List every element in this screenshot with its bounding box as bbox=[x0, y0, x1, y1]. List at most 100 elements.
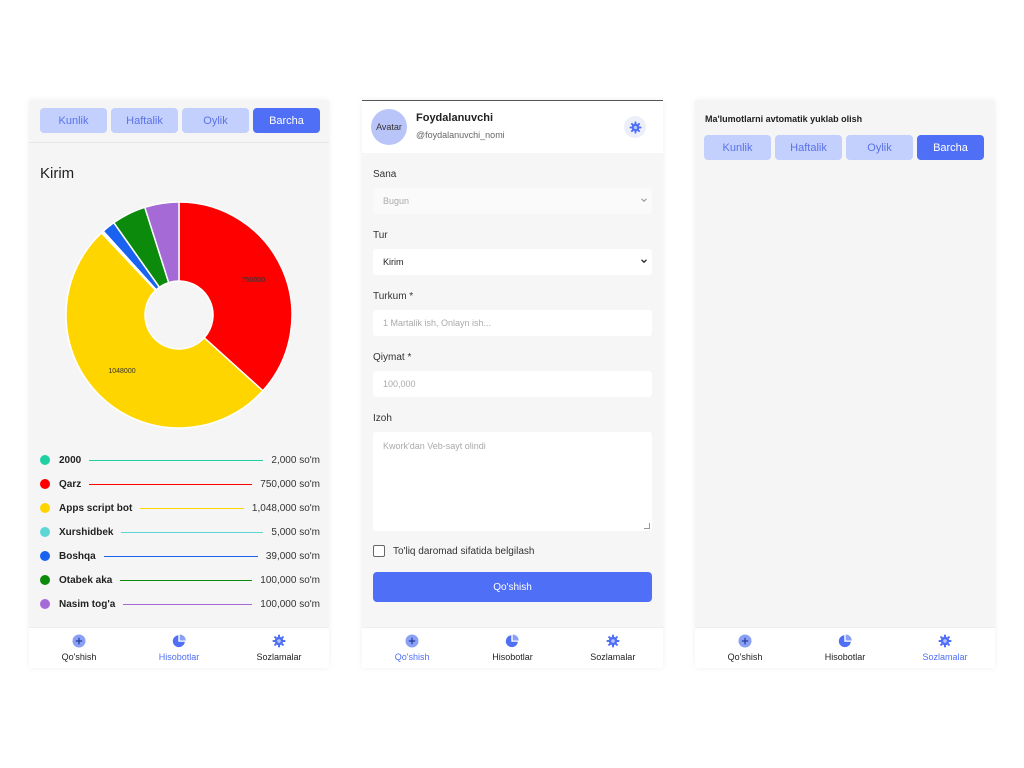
auto-download-title: Ma'lumotlarni avtomatik yuklab olish bbox=[705, 114, 863, 124]
nav-add[interactable]: Qo'shish bbox=[362, 628, 462, 668]
legend-name: Qarz bbox=[59, 478, 82, 490]
legend-item: Boshqa 39,000 so'm bbox=[40, 544, 320, 568]
legend-leader-line bbox=[89, 483, 253, 485]
nav-add[interactable]: Qo'shish bbox=[29, 628, 129, 668]
plus-circle-icon bbox=[405, 634, 419, 648]
add-submit-button[interactable]: Qo'shish bbox=[373, 572, 652, 602]
legend-leader-line bbox=[89, 459, 264, 461]
pie-data-label: 1048000 bbox=[108, 368, 135, 375]
divider bbox=[29, 142, 329, 143]
download-period-selector: Kunlik Haftalik Oylik Barcha bbox=[704, 135, 984, 160]
period-weekly-button[interactable]: Haftalik bbox=[111, 108, 178, 133]
note-textarea[interactable]: Kwork'dan Veb-sayt olindi bbox=[373, 432, 652, 531]
category-input[interactable]: 1 Martalik ish, Onlayn ish... bbox=[373, 310, 652, 336]
nav-add[interactable]: Qo'shish bbox=[695, 628, 795, 668]
category-placeholder: 1 Martalik ish, Onlayn ish... bbox=[383, 318, 492, 328]
plus-circle-icon bbox=[738, 634, 752, 648]
legend-amount: 100,000 so'm bbox=[260, 574, 320, 586]
legend-item: Nasim tog'a 100,000 so'm bbox=[40, 592, 320, 616]
nav-settings-label: Sozlamalar bbox=[590, 652, 636, 662]
legend-amount: 2,000 so'm bbox=[271, 454, 320, 466]
profile-settings-button[interactable] bbox=[624, 116, 646, 138]
amount-input[interactable]: 100,000 bbox=[373, 371, 652, 397]
legend-amount: 100,000 so'm bbox=[260, 598, 320, 610]
gear-icon bbox=[606, 634, 620, 648]
pie-chart-icon bbox=[506, 634, 520, 648]
nav-settings-label: Sozlamalar bbox=[256, 652, 302, 662]
income-pie-chart: 750000 1048000 bbox=[65, 201, 293, 429]
period-daily-button[interactable]: Kunlik bbox=[704, 135, 771, 160]
legend-leader-line bbox=[140, 507, 244, 509]
legend-leader-line bbox=[123, 603, 253, 605]
period-selector: Kunlik Haftalik Oylik Barcha bbox=[40, 108, 320, 133]
chevron-down-icon bbox=[641, 259, 647, 264]
user-handle: @foydalanuvchi_nomi bbox=[416, 130, 505, 140]
user-name: Foydalanuvchi bbox=[416, 112, 494, 124]
legend-color-dot bbox=[40, 575, 50, 585]
legend-item: Qarz 750,000 so'm bbox=[40, 472, 320, 496]
legend-amount: 750,000 so'm bbox=[260, 478, 320, 490]
legend-leader-line bbox=[120, 579, 253, 581]
pie-data-label: 750000 bbox=[242, 277, 265, 284]
legend-amount: 1,048,000 so'm bbox=[251, 502, 320, 514]
add-transaction-panel: Avatar Foydalanuvchi @foydalanuvchi_nomi… bbox=[362, 100, 663, 668]
nav-add-label: Qo'shish bbox=[394, 652, 430, 662]
legend-color-dot bbox=[40, 599, 50, 609]
legend-item: Otabek aka 100,000 so'm bbox=[40, 568, 320, 592]
legend-item: 2000 2,000 so'm bbox=[40, 448, 320, 472]
gear-icon bbox=[272, 634, 286, 648]
legend-color-dot bbox=[40, 479, 50, 489]
legend-name: Apps script bot bbox=[59, 502, 133, 514]
nav-settings[interactable]: Sozlamalar bbox=[895, 628, 995, 668]
bottom-navigation: Qo'shish Hisobotlar Sozlamalar bbox=[695, 627, 995, 668]
nav-reports-label: Hisobotlar bbox=[492, 652, 533, 662]
period-monthly-button[interactable]: Oylik bbox=[846, 135, 913, 160]
legend-amount: 39,000 so'm bbox=[265, 550, 320, 562]
pie-chart-icon bbox=[838, 634, 852, 648]
date-label: Sana bbox=[373, 169, 397, 180]
gear-icon bbox=[629, 121, 641, 133]
nav-reports-label: Hisobotlar bbox=[158, 652, 200, 662]
legend-leader-line bbox=[121, 531, 264, 533]
chart-legend: 2000 2,000 so'm Qarz 750,000 so'm Apps s… bbox=[40, 448, 320, 616]
full-income-checkbox[interactable] bbox=[373, 545, 385, 557]
period-all-button[interactable]: Barcha bbox=[917, 135, 984, 160]
legend-item: Apps script bot 1,048,000 so'm bbox=[40, 496, 320, 520]
nav-reports[interactable]: Hisobotlar bbox=[462, 628, 562, 668]
legend-name: Boshqa bbox=[59, 550, 96, 562]
legend-name: Nasim tog'a bbox=[59, 598, 116, 610]
nav-reports-label: Hisobotlar bbox=[824, 652, 866, 662]
nav-settings[interactable]: Sozlamalar bbox=[229, 628, 329, 668]
nav-reports[interactable]: Hisobotlar bbox=[129, 628, 229, 668]
nav-add-label: Qo'shish bbox=[61, 652, 97, 662]
resize-handle[interactable] bbox=[644, 523, 650, 529]
legend-name: 2000 bbox=[59, 454, 82, 466]
period-weekly-button[interactable]: Haftalik bbox=[775, 135, 842, 160]
legend-color-dot bbox=[40, 455, 50, 465]
period-monthly-button[interactable]: Oylik bbox=[182, 108, 249, 133]
gear-icon bbox=[938, 634, 952, 648]
date-select[interactable]: Bugun bbox=[373, 188, 652, 214]
legend-name: Otabek aka bbox=[59, 574, 113, 586]
pie-chart-icon bbox=[172, 634, 186, 648]
type-select-value: Kirim bbox=[383, 257, 404, 267]
legend-color-dot bbox=[40, 527, 50, 537]
legend-color-dot bbox=[40, 503, 50, 513]
nav-reports[interactable]: Hisobotlar bbox=[795, 628, 895, 668]
report-title: Kirim bbox=[40, 165, 75, 182]
legend-item: Xurshidbek 5,000 so'm bbox=[40, 520, 320, 544]
category-label: Turkum * bbox=[373, 291, 414, 302]
type-select[interactable]: Kirim bbox=[373, 249, 652, 275]
bottom-navigation: Qo'shish Hisobotlar Sozlamalar bbox=[362, 627, 663, 668]
amount-placeholder: 100,000 bbox=[383, 379, 416, 389]
full-income-label: To'liq daromad sifatida belgilash bbox=[393, 545, 535, 557]
full-income-option: To'liq daromad sifatida belgilash bbox=[373, 545, 534, 557]
period-all-button[interactable]: Barcha bbox=[253, 108, 320, 133]
date-select-value: Bugun bbox=[383, 196, 410, 206]
reports-panel: Kunlik Haftalik Oylik Barcha Kirim 75000… bbox=[29, 100, 329, 668]
amount-label: Qiymat * bbox=[373, 352, 412, 363]
nav-settings[interactable]: Sozlamalar bbox=[563, 628, 663, 668]
note-placeholder: Kwork'dan Veb-sayt olindi bbox=[383, 441, 486, 451]
period-daily-button[interactable]: Kunlik bbox=[40, 108, 107, 133]
legend-amount: 5,000 so'm bbox=[271, 526, 320, 538]
